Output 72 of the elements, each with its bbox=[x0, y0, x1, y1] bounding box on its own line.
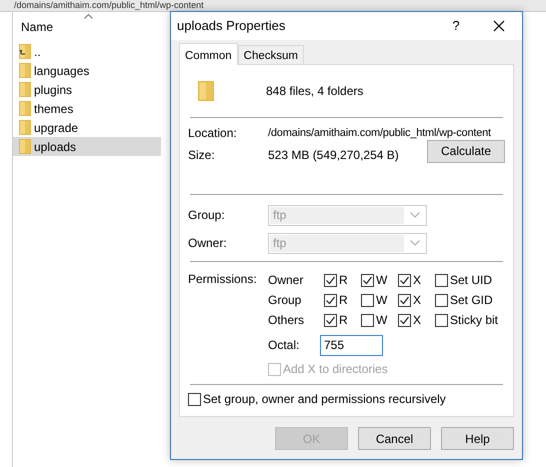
dialog-button[interactable]: Cancel bbox=[358, 427, 431, 450]
checkbox-label: X bbox=[413, 292, 422, 309]
permission-label: Owner bbox=[268, 272, 304, 289]
checkbox[interactable] bbox=[324, 314, 337, 326]
octal-field[interactable]: 755 bbox=[320, 334, 383, 356]
tab[interactable]: Checksum bbox=[238, 45, 304, 64]
checkbox[interactable] bbox=[361, 274, 374, 286]
file-row[interactable]: .. bbox=[13, 42, 161, 61]
field-value: 523 MB (549,270,254 B) bbox=[268, 147, 399, 164]
checkbox-label: W bbox=[376, 292, 388, 309]
help-button[interactable]: ? bbox=[436, 16, 476, 36]
checkbox-label: Add X to directories bbox=[283, 361, 388, 378]
file-name: languages bbox=[34, 62, 90, 80]
checkbox[interactable] bbox=[324, 294, 337, 306]
field-label: Group: bbox=[188, 207, 226, 224]
checkbox-label: R bbox=[339, 312, 348, 329]
checkbox[interactable] bbox=[435, 274, 448, 286]
parent-folder-icon bbox=[19, 44, 31, 59]
chevron-down-icon bbox=[410, 240, 420, 246]
column-header[interactable]: Name bbox=[13, 16, 54, 42]
file-name: plugins bbox=[34, 82, 72, 98]
chevron-down-icon bbox=[410, 212, 420, 218]
window-title: uploads Properties bbox=[177, 17, 286, 36]
field-label: Owner: bbox=[188, 235, 228, 252]
checkbox-label: Set group, owner and permissions recursively bbox=[203, 391, 446, 408]
checkbox-label: Sticky bit bbox=[450, 312, 498, 329]
permission-label: Group bbox=[268, 292, 302, 309]
checkbox-label: Set UID bbox=[450, 272, 492, 289]
permission-label: Others bbox=[268, 312, 306, 329]
file-name: upgrade bbox=[34, 120, 78, 136]
file-row[interactable]: uploads bbox=[13, 137, 161, 156]
file-name: .. bbox=[34, 44, 41, 60]
field-label: Size: bbox=[188, 147, 216, 164]
summary-text: 848 files, 4 folders bbox=[266, 83, 364, 100]
checkbox-label: R bbox=[339, 292, 348, 309]
folder-icon bbox=[19, 82, 31, 97]
checkbox-label: X bbox=[413, 312, 422, 329]
checkbox[interactable] bbox=[435, 294, 448, 306]
folder-icon bbox=[19, 63, 31, 78]
field-label: Location: bbox=[188, 125, 238, 142]
tab[interactable]: Common bbox=[179, 43, 238, 65]
calculate-button[interactable]: Calculate bbox=[427, 140, 505, 162]
checkbox[interactable] bbox=[398, 274, 411, 286]
path-bar: /domains/amithaim.com/public_html/wp-content bbox=[0, 0, 546, 12]
file-row[interactable]: languages bbox=[13, 61, 161, 80]
file-row[interactable]: themes bbox=[13, 99, 161, 118]
close-icon bbox=[493, 20, 505, 32]
checkbox[interactable] bbox=[398, 314, 411, 326]
field-value: /domains/amithaim.com/public_html/wp-content bbox=[268, 126, 491, 141]
sort-caret-icon bbox=[84, 14, 93, 19]
checkbox[interactable] bbox=[361, 314, 374, 326]
folder-icon bbox=[19, 139, 31, 154]
folder-icon bbox=[19, 120, 31, 135]
folder-icon bbox=[19, 101, 31, 116]
checkbox-label: W bbox=[376, 272, 388, 289]
file-name: uploads bbox=[34, 138, 76, 156]
checkbox-label: X bbox=[413, 272, 422, 289]
checkbox[interactable] bbox=[188, 392, 201, 406]
checkbox[interactable] bbox=[398, 294, 411, 306]
checkbox-label: W bbox=[376, 312, 388, 329]
file-row[interactable]: upgrade bbox=[13, 118, 161, 137]
field-label: Octal: bbox=[268, 337, 300, 354]
field-label: Permissions: bbox=[188, 271, 258, 288]
file-row[interactable]: plugins bbox=[13, 80, 161, 99]
folder-icon bbox=[198, 80, 214, 102]
checkbox[interactable] bbox=[435, 314, 448, 326]
checkbox-label: Set GID bbox=[450, 292, 493, 309]
checkbox[interactable] bbox=[361, 294, 374, 306]
dialog-button[interactable]: Help bbox=[441, 427, 514, 450]
file-name: themes bbox=[34, 100, 74, 118]
checkbox[interactable] bbox=[324, 274, 337, 286]
checkbox-label: R bbox=[339, 272, 348, 289]
